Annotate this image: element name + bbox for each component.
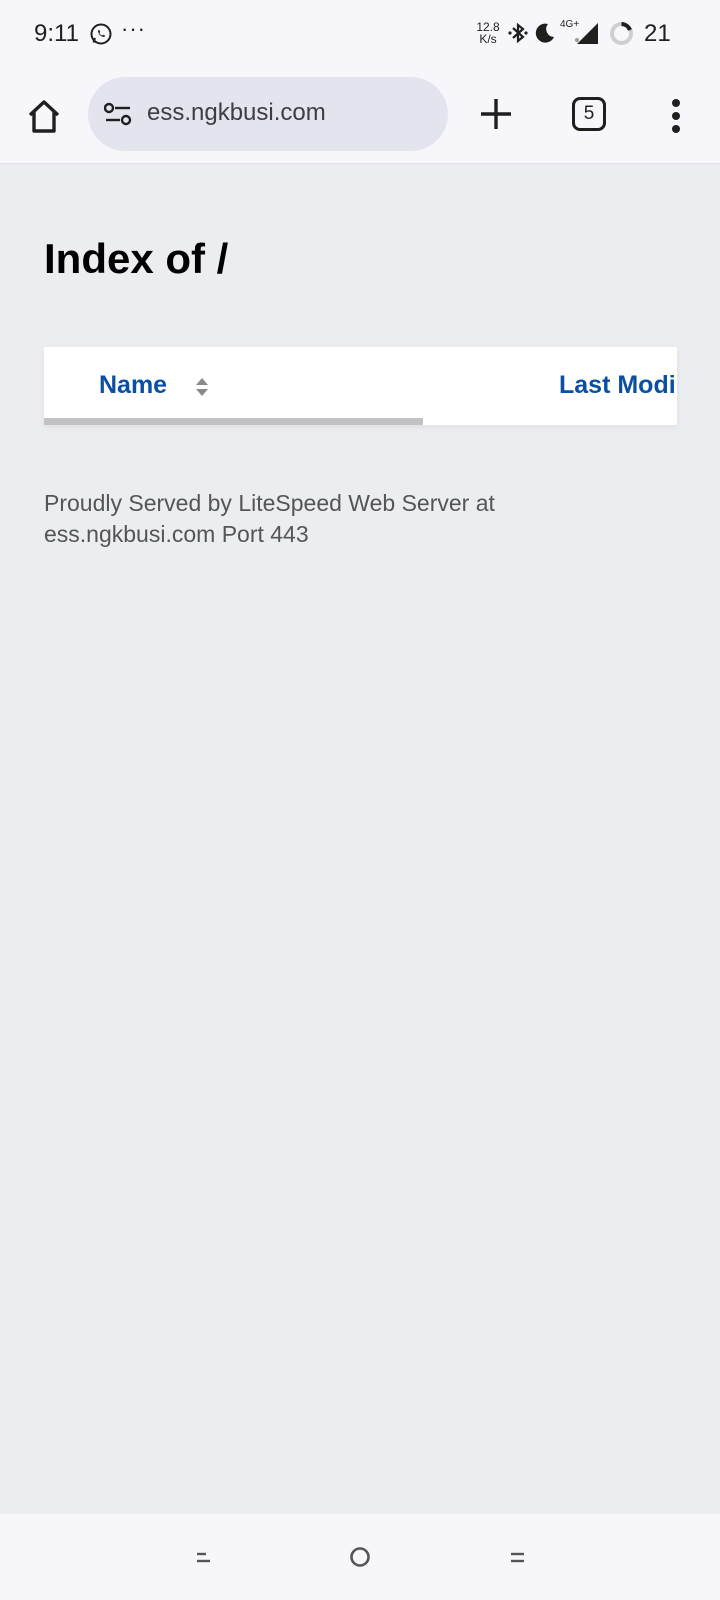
overflow-menu-icon[interactable] <box>664 94 688 138</box>
file-table-header: Name Last Modi <box>44 347 677 425</box>
site-settings-icon[interactable] <box>104 102 132 126</box>
moon-icon <box>535 23 554 43</box>
horizontal-scrollbar[interactable] <box>44 418 423 425</box>
web-page: Index of / Name Last Modi Proudly Served… <box>0 165 720 1514</box>
signal-icon <box>575 23 598 44</box>
bluetooth-icon <box>508 22 528 44</box>
whatsapp-icon <box>90 23 112 45</box>
sort-icon[interactable] <box>195 377 209 397</box>
column-header-last-modified[interactable]: Last Modi <box>559 371 676 400</box>
browser-toolbar: ess.ngkbusi.com 5 <box>0 68 720 164</box>
battery-icon <box>610 22 633 45</box>
home-nav-icon[interactable] <box>349 1546 371 1568</box>
battery-level: 21 <box>644 20 671 47</box>
page-title: Index of / <box>44 235 229 282</box>
tab-switcher-button[interactable]: 5 <box>572 97 606 131</box>
new-tab-icon[interactable] <box>476 90 516 138</box>
server-footer: Proudly Served by LiteSpeed Web Server a… <box>44 490 495 547</box>
recents-icon[interactable] <box>509 1548 527 1566</box>
url-text[interactable]: ess.ngkbusi.com <box>147 99 326 127</box>
status-bar: 9:11 ··· 12.8 K/s 4G+ 21 <box>0 0 720 68</box>
home-icon[interactable] <box>22 94 66 138</box>
column-header-name[interactable]: Name <box>99 371 167 400</box>
address-bar[interactable]: ess.ngkbusi.com <box>88 77 448 151</box>
network-speed: 12.8 K/s <box>476 20 500 46</box>
more-notifications-icon: ··· <box>121 16 146 41</box>
status-time: 9:11 <box>34 20 79 47</box>
system-nav-bar <box>0 1514 720 1600</box>
back-icon[interactable] <box>194 1548 212 1566</box>
